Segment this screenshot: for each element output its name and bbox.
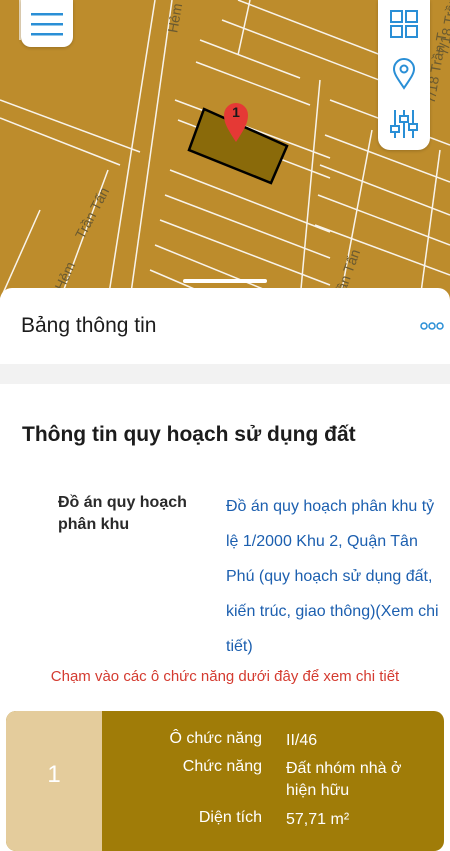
grid-layers-button[interactable]	[390, 8, 418, 40]
section-divider	[0, 364, 450, 384]
plan-label: Đồ án quy hoạch phân khu	[58, 494, 187, 533]
hint-text: Chạm vào các ô chức năng dưới đây để xem…	[50, 668, 400, 685]
info-panel-header: Bảng thông tin	[0, 279, 450, 364]
panel-title: Bảng thông tin	[21, 314, 157, 337]
function-cell-label: Ô chức năng	[169, 730, 262, 747]
filter-settings-button[interactable]	[390, 108, 418, 140]
menu-button[interactable]	[21, 0, 73, 47]
plan-value-link[interactable]: Đồ án quy hoạch phân khu tỷ lệ 1/2000 Kh…	[226, 489, 441, 664]
hamburger-menu-icon	[31, 12, 63, 35]
function-label: Chức năng	[182, 758, 262, 775]
area-label: Diện tích	[198, 809, 262, 826]
location-button[interactable]	[390, 58, 418, 90]
function-cell-value: II/46	[286, 732, 318, 749]
more-options-icon[interactable]	[420, 321, 444, 331]
section-title: Thông tin quy hoạch sử dụng đất	[22, 423, 356, 446]
grid-layers-icon	[390, 10, 418, 38]
area-value: 57,71 m²	[286, 811, 350, 828]
drag-handle[interactable]	[183, 279, 267, 283]
map-toolbar	[378, 0, 430, 150]
sliders-settings-icon	[390, 110, 418, 138]
function-cell-number-box: 1	[6, 711, 102, 851]
function-cell-number: 1	[47, 761, 61, 788]
marker-number: 1	[232, 104, 240, 120]
location-pin-icon	[392, 58, 416, 90]
map-view[interactable]: Hẻm Trần Tấn Hẻm 7/18 Trần T Trần Tấn 7/…	[0, 0, 450, 300]
function-cell-card[interactable]: 1 Ô chức năng II/46 Chức năng Đất nhóm n…	[6, 711, 444, 851]
function-value: Đất nhóm nhà ở hiện hữu	[286, 760, 402, 799]
